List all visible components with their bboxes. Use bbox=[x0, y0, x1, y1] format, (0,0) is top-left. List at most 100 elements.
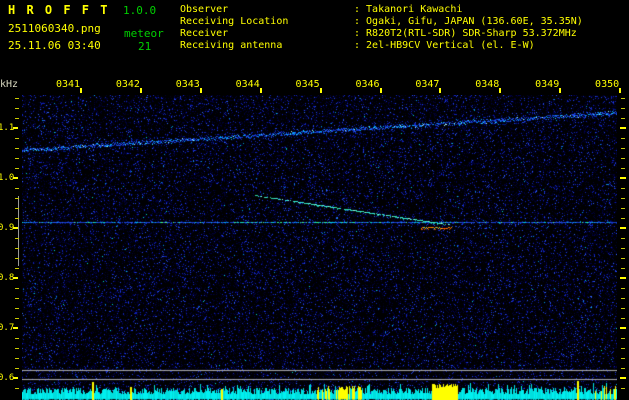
freq-major-tick bbox=[13, 377, 18, 379]
freq-minor-tick bbox=[15, 338, 19, 339]
freq-minor-tick-right bbox=[621, 358, 625, 359]
info-value: : Ogaki, Gifu, JAPAN (136.60E, 35.35N) bbox=[354, 16, 583, 27]
time-tick-label: 0350 bbox=[595, 79, 620, 90]
time-tick-label: 0348 bbox=[475, 79, 500, 90]
freq-tick-label: 0.9 bbox=[0, 223, 15, 233]
time-tick-mark bbox=[619, 88, 622, 93]
freq-minor-tick-right bbox=[621, 388, 625, 389]
freq-tick-label: 1.1 bbox=[0, 123, 15, 133]
freq-minor-tick-right bbox=[621, 168, 625, 169]
meteor-count: 21 bbox=[138, 40, 152, 53]
freq-minor-tick-right bbox=[621, 338, 625, 339]
freq-minor-tick-right bbox=[621, 158, 625, 159]
hrofft-spectrogram-window: H R O F F T 1.0.0 2511060340.png meteor … bbox=[0, 0, 629, 400]
detection-range-marker bbox=[18, 196, 19, 266]
freq-tick-label: 1.0 bbox=[0, 173, 15, 183]
freq-minor-tick-right bbox=[621, 298, 625, 299]
freq-major-tick bbox=[13, 227, 18, 229]
info-label: Receiving antenna bbox=[180, 40, 283, 51]
station-info-row: Receiving Location: Ogaki, Gifu, JAPAN (… bbox=[180, 16, 583, 28]
time-tick-label: 0342 bbox=[115, 79, 140, 90]
freq-minor-tick-right bbox=[621, 368, 625, 369]
freq-unit-label: kHz bbox=[0, 79, 19, 90]
freq-minor-tick bbox=[15, 348, 19, 349]
freq-minor-tick bbox=[15, 158, 19, 159]
freq-minor-tick bbox=[15, 118, 19, 119]
freq-minor-tick-right bbox=[621, 288, 625, 289]
time-tick-label: 0346 bbox=[355, 79, 380, 90]
freq-minor-tick bbox=[15, 238, 19, 239]
freq-minor-tick bbox=[15, 308, 19, 309]
station-info-row: Receiver : R820T2(RTL-SDR) SDR-Sharp 53.3… bbox=[180, 28, 583, 40]
freq-major-tick-right bbox=[620, 127, 626, 129]
time-tick-mark bbox=[319, 88, 322, 93]
freq-major-tick bbox=[13, 127, 18, 129]
time-tick-mark bbox=[139, 88, 142, 93]
info-label: Receiver bbox=[180, 28, 229, 39]
freq-minor-tick-right bbox=[621, 258, 625, 259]
freq-minor-tick-right bbox=[621, 188, 625, 189]
freq-major-tick bbox=[13, 327, 18, 329]
time-tick-mark bbox=[379, 88, 382, 93]
freq-minor-tick-right bbox=[621, 98, 625, 99]
time-tick-label: 0347 bbox=[415, 79, 440, 90]
freq-minor-tick-right bbox=[621, 118, 625, 119]
freq-minor-tick-right bbox=[621, 108, 625, 109]
freq-minor-tick bbox=[15, 208, 19, 209]
time-tick-label: 0344 bbox=[235, 79, 260, 90]
freq-minor-tick bbox=[15, 148, 19, 149]
freq-major-tick bbox=[13, 277, 18, 279]
app-version: 1.0.0 bbox=[123, 4, 157, 17]
freq-minor-tick-right bbox=[621, 198, 625, 199]
freq-tick-label: 0.7 bbox=[0, 323, 15, 333]
time-tick-label: 0349 bbox=[535, 79, 560, 90]
time-tick-mark bbox=[499, 88, 502, 93]
freq-minor-tick bbox=[15, 388, 19, 389]
freq-minor-tick bbox=[15, 98, 19, 99]
freq-minor-tick bbox=[15, 138, 19, 139]
station-info: Observer: Takanori Kawachi Receiving Loca… bbox=[180, 4, 583, 52]
freq-minor-tick-right bbox=[621, 238, 625, 239]
freq-minor-tick bbox=[15, 218, 19, 219]
freq-minor-tick bbox=[15, 358, 19, 359]
freq-minor-tick-right bbox=[621, 348, 625, 349]
freq-minor-tick bbox=[15, 258, 19, 259]
time-tick-mark bbox=[559, 88, 562, 93]
freq-minor-tick bbox=[15, 108, 19, 109]
freq-minor-tick-right bbox=[621, 248, 625, 249]
freq-minor-tick bbox=[15, 248, 19, 249]
spectrogram-canvas bbox=[22, 95, 617, 400]
output-filename: 2511060340.png bbox=[8, 22, 101, 35]
station-info-row: Receiving antenna : 2el-HB9CV Vertical (e… bbox=[180, 40, 583, 52]
station-info-row: Observer: Takanori Kawachi bbox=[180, 4, 583, 16]
freq-minor-tick bbox=[15, 198, 19, 199]
time-tick-mark bbox=[439, 88, 442, 93]
info-label: Observer bbox=[180, 4, 229, 15]
time-tick-label: 0341 bbox=[55, 79, 81, 90]
freq-major-tick-right bbox=[620, 227, 626, 229]
freq-minor-tick bbox=[15, 188, 19, 189]
time-tick-mark bbox=[80, 88, 82, 93]
freq-tick-label: 0.6 bbox=[0, 373, 15, 383]
freq-minor-tick bbox=[15, 288, 19, 289]
time-tick-mark bbox=[259, 88, 262, 93]
info-value: : R820T2(RTL-SDR) SDR-Sharp 53.372MHz bbox=[354, 28, 577, 39]
info-value: : 2el-HB9CV Vertical (el. E-W) bbox=[354, 40, 535, 51]
freq-major-tick-right bbox=[620, 177, 626, 179]
freq-major-tick-right bbox=[620, 277, 626, 279]
freq-minor-tick-right bbox=[621, 208, 625, 209]
freq-major-tick bbox=[13, 177, 18, 179]
time-tick-label: 0345 bbox=[295, 79, 320, 90]
freq-minor-tick bbox=[15, 318, 19, 319]
mode-label: meteor bbox=[124, 27, 164, 40]
freq-minor-tick-right bbox=[621, 148, 625, 149]
freq-tick-label: 0.8 bbox=[0, 273, 15, 283]
date-time: 25.11.06 03:40 bbox=[8, 39, 101, 52]
app-title: H R O F F T bbox=[8, 3, 110, 17]
freq-minor-tick-right bbox=[621, 318, 625, 319]
freq-minor-tick-right bbox=[621, 308, 625, 309]
freq-minor-tick-right bbox=[621, 268, 625, 269]
freq-minor-tick bbox=[15, 268, 19, 269]
freq-minor-tick-right bbox=[621, 138, 625, 139]
time-tick-mark bbox=[199, 88, 202, 93]
